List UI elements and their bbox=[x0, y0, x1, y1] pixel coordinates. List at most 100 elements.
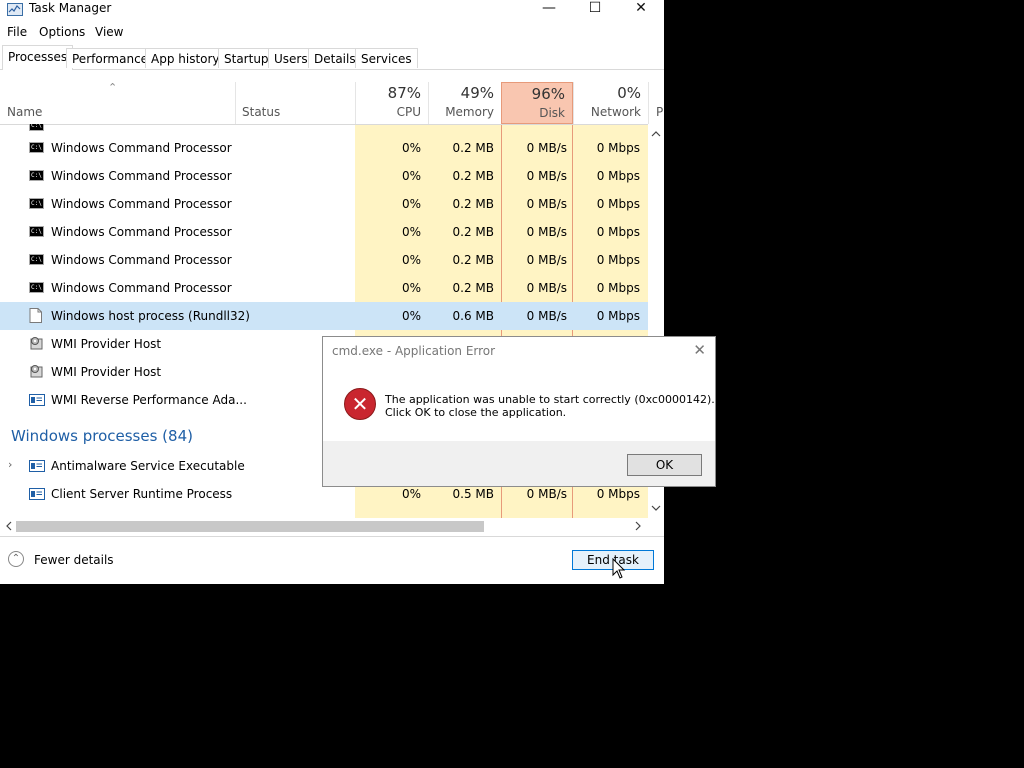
memory-value: 0.2 MB bbox=[452, 281, 494, 295]
disk-value: 0 MB/s bbox=[526, 281, 567, 295]
tab-services[interactable]: Services bbox=[355, 48, 418, 68]
close-button[interactable]: ✕ bbox=[618, 0, 664, 20]
column-header: Name Status 87% CPU 49% Memory 96% Disk … bbox=[0, 82, 663, 125]
dialog-message-line2: Click OK to close the application. bbox=[385, 406, 567, 419]
cmd-icon: C:\ bbox=[29, 226, 44, 237]
memory-label: Memory bbox=[445, 105, 494, 119]
network-value: 0 Mbps bbox=[596, 169, 640, 183]
tab-processes[interactable]: Processes bbox=[2, 45, 74, 70]
cmd-icon: C:\ bbox=[29, 170, 44, 181]
cpu-value: 0% bbox=[401, 309, 421, 323]
horizontal-scroll-thumb[interactable] bbox=[16, 521, 484, 532]
cpu-label: CPU bbox=[396, 105, 421, 119]
process-name: WMI Provider Host bbox=[51, 365, 162, 379]
window-title: Task Manager bbox=[29, 1, 112, 15]
ok-button[interactable]: OK bbox=[627, 454, 702, 476]
process-row[interactable]: C:\ Windows Command Processor 0% 0.2 MB 0 MB… bbox=[0, 274, 648, 302]
memory-value: 0.2 MB bbox=[452, 253, 494, 267]
network-percent: 0% bbox=[617, 84, 641, 102]
disk-value: 0 MB/s bbox=[526, 169, 567, 183]
cpu-percent: 87% bbox=[387, 84, 421, 102]
process-name: WMI Provider Host bbox=[51, 337, 162, 351]
memory-value: 0.2 MB bbox=[452, 225, 494, 239]
tab-details[interactable]: Details bbox=[308, 48, 362, 68]
dialog-close-button[interactable]: ✕ bbox=[693, 341, 706, 359]
menu-view[interactable]: View bbox=[95, 25, 123, 39]
network-value: 0 Mbps bbox=[596, 487, 640, 501]
column-memory[interactable]: 49% Memory bbox=[428, 82, 501, 124]
memory-percent: 49% bbox=[460, 84, 494, 102]
disk-value: 0 MB/s bbox=[526, 487, 567, 501]
task-manager-icon bbox=[7, 3, 23, 16]
process-row[interactable]: C:\ Windows Command Processor 0% 0.2 MB 0 MB… bbox=[0, 218, 648, 246]
group-header-windows-processes[interactable]: Windows processes (84) bbox=[11, 427, 193, 445]
document-icon bbox=[29, 308, 42, 326]
tab-bar: Processes Performance App history Startu… bbox=[0, 45, 664, 70]
cpu-value: 0% bbox=[401, 487, 421, 501]
network-label: Network bbox=[590, 105, 641, 119]
tab-app-history[interactable]: App history bbox=[145, 48, 226, 68]
column-power[interactable]: P bbox=[648, 82, 664, 124]
process-name: Windows Command Processor bbox=[51, 169, 232, 183]
disk-value: 0 MB/s bbox=[526, 141, 567, 155]
task-manager-window: Task Manager — ☐ ✕ File Options View Pro… bbox=[0, 0, 664, 584]
mouse-cursor-icon bbox=[612, 558, 626, 579]
disk-value: 0 MB/s bbox=[526, 225, 567, 239]
disk-value: 0 MB/s bbox=[526, 253, 567, 267]
minimize-button[interactable]: — bbox=[526, 0, 572, 20]
process-name: Windows Command Processor bbox=[51, 253, 232, 267]
memory-value: 0.2 MB bbox=[452, 141, 494, 155]
maximize-button[interactable]: ☐ bbox=[572, 0, 618, 20]
column-disk[interactable]: 96% Disk bbox=[501, 82, 573, 124]
dialog-message: The application was unable to start corr… bbox=[385, 393, 715, 419]
memory-value: 0.5 MB bbox=[452, 487, 494, 501]
column-status-label: Status bbox=[242, 105, 281, 119]
column-name[interactable]: Name bbox=[0, 82, 235, 124]
memory-value: 0.2 MB bbox=[452, 197, 494, 211]
cpu-value: 0% bbox=[401, 197, 421, 211]
disk-percent: 96% bbox=[531, 85, 565, 103]
process-row[interactable]: Windows host process (Rundll32) 0% 0.6 MB 0… bbox=[0, 302, 648, 330]
process-row[interactable]: C:\ Windows Command Processor 0% 0.2 MB 0 MB… bbox=[0, 246, 648, 274]
process-row[interactable]: C:\ Windows Command Processor 0% 0.2 MB 0 MB… bbox=[0, 190, 648, 218]
chevron-right-icon[interactable]: › bbox=[8, 458, 12, 471]
process-row[interactable]: C:\ Windows Command Processor 0% 0.2 MB 0 MB… bbox=[0, 162, 648, 190]
dialog-title: cmd.exe - Application Error bbox=[332, 344, 496, 358]
wmi-icon bbox=[29, 364, 45, 381]
disk-label: Disk bbox=[539, 106, 565, 120]
menu-options[interactable]: Options bbox=[39, 25, 85, 39]
network-value: 0 Mbps bbox=[596, 309, 640, 323]
disk-value: 0 MB/s bbox=[526, 197, 567, 211]
cmd-icon: C:\ bbox=[29, 124, 44, 131]
process-row-partial[interactable] bbox=[0, 508, 648, 518]
error-icon: ✕ bbox=[344, 388, 376, 420]
wmi-icon bbox=[29, 336, 45, 353]
dialog-footer: OK bbox=[323, 441, 715, 486]
network-value: 0 Mbps bbox=[596, 225, 640, 239]
process-name: Windows host process (Rundll32) bbox=[51, 309, 250, 323]
tab-startup[interactable]: Startup bbox=[218, 48, 275, 68]
horizontal-scrollbar[interactable] bbox=[0, 518, 648, 534]
tab-users[interactable]: Users bbox=[268, 48, 314, 68]
chevron-up-icon[interactable]: ⌃ bbox=[8, 551, 24, 567]
process-row[interactable]: C:\ Windows Command Processor 0% 0.2 MB 0 MB… bbox=[0, 134, 648, 162]
process-name: Windows Command Processor bbox=[51, 281, 232, 295]
memory-value: 0.2 MB bbox=[452, 169, 494, 183]
column-cpu[interactable]: 87% CPU bbox=[355, 82, 428, 124]
cpu-value: 0% bbox=[401, 141, 421, 155]
fewer-details-link[interactable]: Fewer details bbox=[34, 553, 114, 567]
process-name: Client Server Runtime Process bbox=[51, 487, 233, 501]
title-bar[interactable]: Task Manager — ☐ ✕ bbox=[0, 0, 664, 20]
tab-performance[interactable]: Performance bbox=[66, 48, 155, 68]
column-status[interactable]: Status bbox=[235, 82, 355, 124]
cmd-icon: C:\ bbox=[29, 282, 44, 293]
menu-file[interactable]: File bbox=[7, 25, 27, 39]
service-icon bbox=[29, 488, 45, 503]
network-value: 0 Mbps bbox=[596, 253, 640, 267]
cpu-value: 0% bbox=[401, 253, 421, 267]
dialog-message-line1: The application was unable to start corr… bbox=[385, 393, 715, 406]
process-name: Windows Command Processor bbox=[51, 141, 232, 155]
network-value: 0 Mbps bbox=[596, 141, 640, 155]
column-network[interactable]: 0% Network bbox=[573, 82, 648, 124]
footer: ⌃ Fewer details End task bbox=[0, 536, 664, 584]
